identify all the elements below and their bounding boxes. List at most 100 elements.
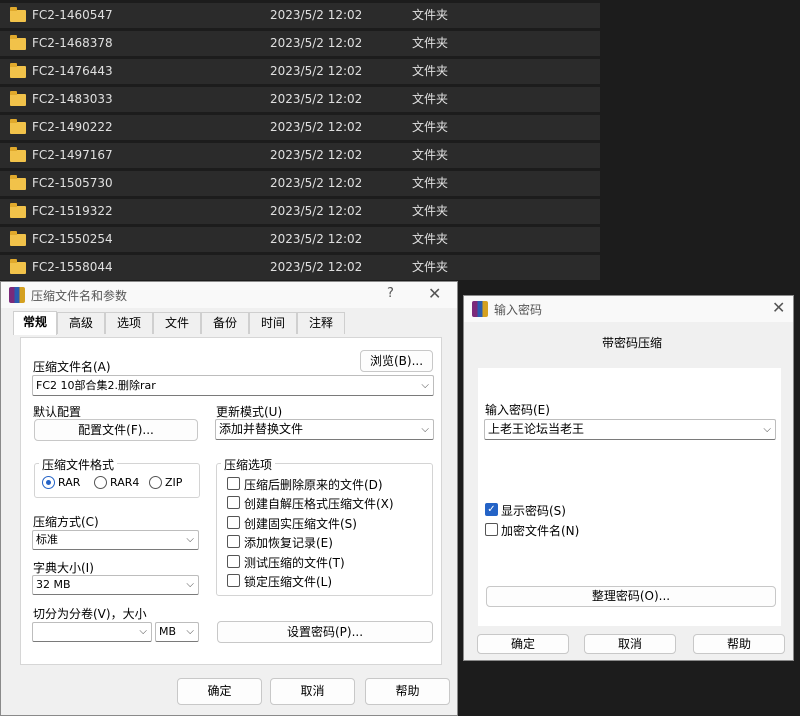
- help-button[interactable]: 帮助: [365, 678, 450, 705]
- file-name: FC2-1497167: [32, 148, 113, 162]
- chevron-down-icon[interactable]: ⌵: [186, 576, 194, 594]
- chevron-down-icon[interactable]: ⌵: [763, 420, 771, 439]
- ok-button[interactable]: 确定: [177, 678, 262, 705]
- encrypt-names-checkbox[interactable]: [485, 523, 498, 536]
- organize-passwords-button[interactable]: 整理密码(O)...: [486, 586, 776, 607]
- dict-value: 32 MB: [36, 578, 71, 591]
- ok-button[interactable]: 确定: [477, 634, 569, 654]
- profiles-button[interactable]: 配置文件(F)...: [34, 419, 198, 441]
- list-item[interactable]: FC2-1505730 2023/5/2 12:02 文件夹: [0, 171, 600, 196]
- folder-icon: [10, 91, 26, 106]
- radio-rar4[interactable]: [94, 476, 107, 489]
- chevron-down-icon[interactable]: ⌵: [186, 531, 194, 549]
- list-item[interactable]: FC2-1460547 2023/5/2 12:02 文件夹: [0, 3, 600, 28]
- method-value: 标准: [36, 533, 58, 546]
- lock-checkbox[interactable]: [227, 574, 240, 587]
- radio-zip[interactable]: [149, 476, 162, 489]
- lock-label: 锁定压缩文件(L): [244, 575, 333, 589]
- chevron-down-icon[interactable]: ⌵: [421, 420, 429, 439]
- file-date: 2023/5/2 12:02: [270, 232, 363, 246]
- file-name: FC2-1476443: [32, 64, 113, 78]
- file-type: 文件夹: [412, 8, 449, 22]
- file-name: FC2-1558044: [32, 260, 113, 274]
- sfx-checkbox[interactable]: [227, 496, 240, 509]
- dict-select[interactable]: 32 MB ⌵: [32, 575, 199, 595]
- archive-name-input[interactable]: FC2 10部合集2.删除rar ⌵: [32, 375, 434, 396]
- split-size-input[interactable]: ⌵: [32, 622, 152, 642]
- recovery-checkbox[interactable]: [227, 535, 240, 548]
- folder-icon: [10, 175, 26, 190]
- archive-name-label: 压缩文件名(A): [33, 360, 111, 374]
- tab-advanced[interactable]: 高级: [57, 312, 105, 334]
- list-item[interactable]: FC2-1497167 2023/5/2 12:02 文件夹: [0, 143, 600, 168]
- file-name: FC2-1490222: [32, 120, 113, 134]
- recovery-label: 添加恢复记录(E): [244, 536, 333, 550]
- list-item[interactable]: FC2-1519322 2023/5/2 12:02 文件夹: [0, 199, 600, 224]
- encrypt-names-label: 加密文件名(N): [501, 524, 580, 538]
- password-input[interactable]: 上老王论坛当老王 ⌵: [484, 419, 776, 440]
- folder-icon: [10, 203, 26, 218]
- tab-time[interactable]: 时间: [249, 312, 297, 334]
- file-date: 2023/5/2 12:02: [270, 260, 363, 274]
- update-mode-value: 添加并替换文件: [219, 422, 304, 436]
- split-unit-select[interactable]: MB ⌵: [155, 622, 199, 642]
- tab-backup[interactable]: 备份: [201, 312, 249, 334]
- list-item[interactable]: FC2-1558044 2023/5/2 12:02 文件夹: [0, 255, 600, 280]
- password-dialog-title: 输入密码: [494, 303, 543, 317]
- solid-checkbox[interactable]: [227, 516, 240, 529]
- winrar-icon: [9, 287, 25, 303]
- file-type: 文件夹: [412, 176, 449, 190]
- list-item[interactable]: FC2-1468378 2023/5/2 12:02 文件夹: [0, 31, 600, 56]
- solid-label: 创建固实压缩文件(S): [244, 517, 357, 531]
- list-item[interactable]: FC2-1483033 2023/5/2 12:02 文件夹: [0, 87, 600, 112]
- show-password-checkbox[interactable]: ✓: [485, 503, 498, 516]
- file-name: FC2-1460547: [32, 8, 113, 22]
- list-item[interactable]: FC2-1490222 2023/5/2 12:02 文件夹: [0, 115, 600, 140]
- file-type: 文件夹: [412, 204, 449, 218]
- radio-rar4-label: RAR4: [110, 476, 140, 489]
- cancel-button[interactable]: 取消: [584, 634, 676, 654]
- tab-general[interactable]: 常规: [13, 311, 57, 335]
- archive-name-value: FC2 10部合集2.删除rar: [36, 379, 156, 392]
- tab-files[interactable]: 文件: [153, 312, 201, 334]
- close-icon[interactable]: ✕: [772, 298, 785, 317]
- file-type: 文件夹: [412, 64, 449, 78]
- password-label: 输入密码(E): [485, 403, 550, 417]
- set-password-button[interactable]: 设置密码(P)...: [217, 621, 433, 643]
- folder-icon: [10, 63, 26, 78]
- default-profile-label: 默认配置: [33, 405, 82, 419]
- chevron-down-icon[interactable]: ⌵: [139, 623, 147, 641]
- file-name: FC2-1505730: [32, 176, 113, 190]
- list-item[interactable]: FC2-1476443 2023/5/2 12:02 文件夹: [0, 59, 600, 84]
- folder-icon: [10, 35, 26, 50]
- file-name: FC2-1519322: [32, 204, 113, 218]
- tab-options[interactable]: 选项: [105, 312, 153, 334]
- delete-after-checkbox[interactable]: [227, 477, 240, 490]
- sfx-label: 创建自解压格式压缩文件(X): [244, 497, 394, 511]
- update-mode-select[interactable]: 添加并替换文件 ⌵: [215, 419, 434, 440]
- file-name: FC2-1468378: [32, 36, 113, 50]
- archive-dialog: 压缩文件名和参数 ? ✕ 常规 高级 选项 文件 备份 时间 注释 压缩文件名(…: [0, 281, 458, 716]
- show-password-label: 显示密码(S): [501, 504, 566, 518]
- password-heading: 带密码压缩: [602, 336, 663, 350]
- radio-rar[interactable]: [42, 476, 55, 489]
- dict-label: 字典大小(I): [33, 561, 94, 575]
- close-icon[interactable]: ✕: [428, 284, 441, 303]
- delete-after-label: 压缩后删除原来的文件(D): [244, 478, 383, 492]
- file-date: 2023/5/2 12:02: [270, 8, 363, 22]
- file-type: 文件夹: [412, 232, 449, 246]
- chevron-down-icon[interactable]: ⌵: [186, 623, 194, 641]
- list-item[interactable]: FC2-1550254 2023/5/2 12:02 文件夹: [0, 227, 600, 252]
- test-checkbox[interactable]: [227, 555, 240, 568]
- chevron-down-icon[interactable]: ⌵: [421, 376, 429, 395]
- method-select[interactable]: 标准 ⌵: [32, 530, 199, 550]
- cancel-button[interactable]: 取消: [270, 678, 355, 705]
- help-button[interactable]: 帮助: [693, 634, 785, 654]
- winrar-icon: [472, 301, 488, 317]
- help-icon[interactable]: ?: [387, 286, 394, 301]
- archive-dialog-title: 压缩文件名和参数: [31, 289, 128, 303]
- browse-button[interactable]: 浏览(B)...: [360, 350, 433, 372]
- file-name: FC2-1550254: [32, 232, 113, 246]
- tab-comment[interactable]: 注释: [297, 312, 345, 334]
- folder-icon: [10, 231, 26, 246]
